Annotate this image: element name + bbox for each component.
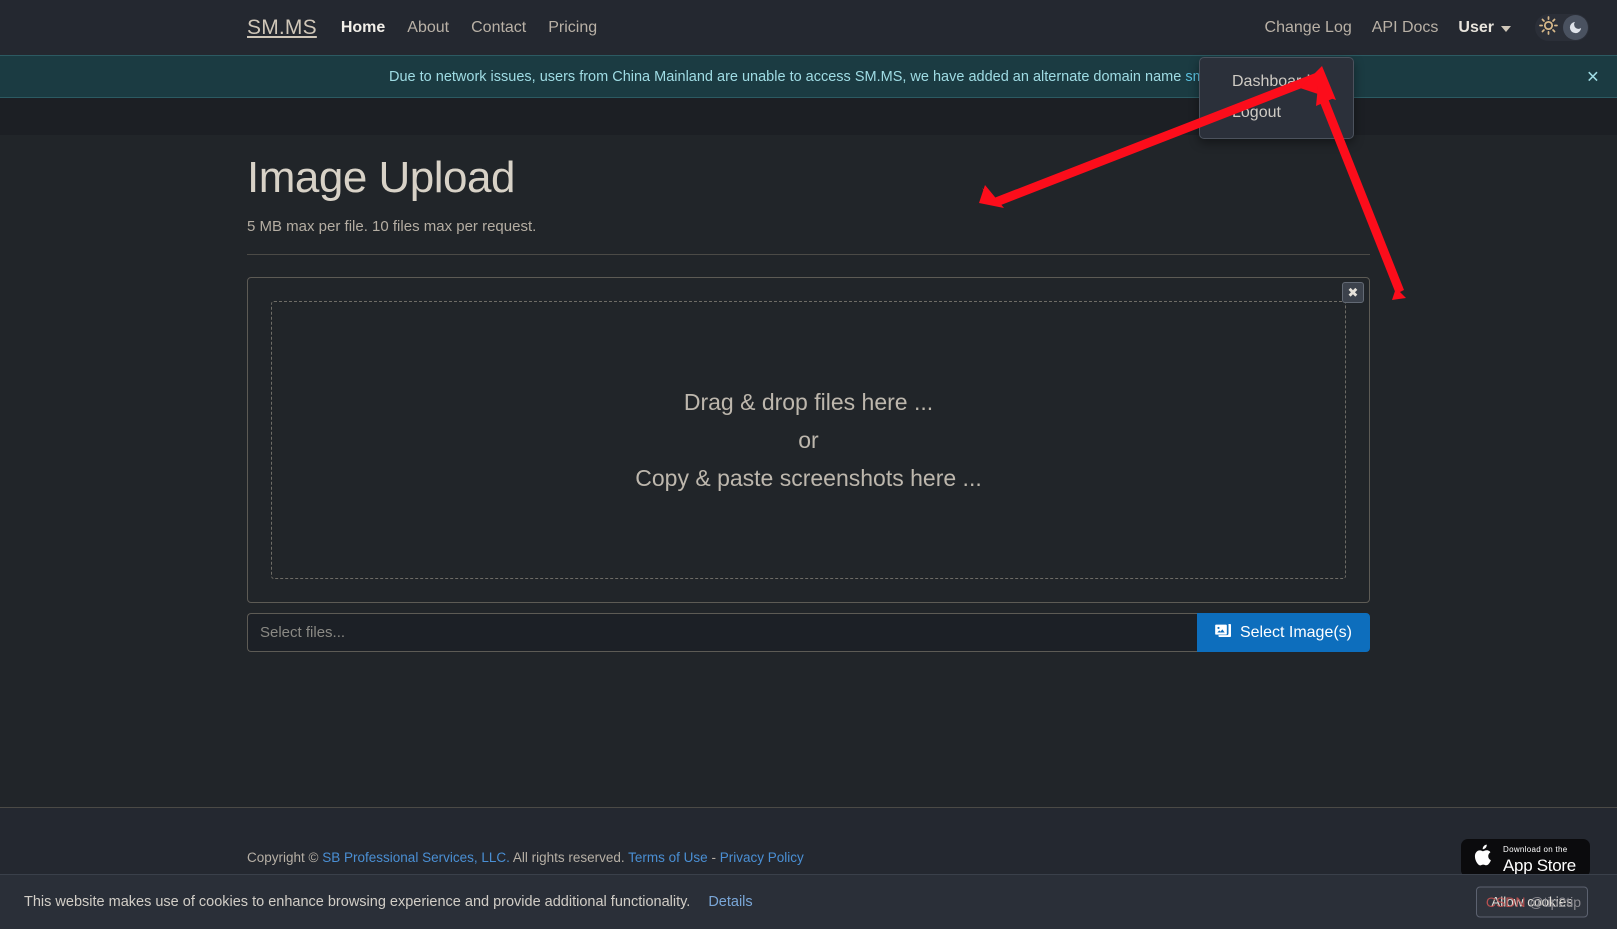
alert-message: Due to network issues, users from China … [389, 69, 1228, 85]
dropzone-line-3: Copy & paste screenshots here ... [635, 464, 982, 491]
cookie-consent-bar: This website makes use of cookies to enh… [0, 874, 1617, 929]
content-spacer [0, 652, 1617, 807]
copyright-prefix: Copyright [247, 850, 305, 865]
nav-item-change-log[interactable]: Change Log [1265, 19, 1352, 37]
privacy-link[interactable]: Privacy Policy [720, 850, 804, 865]
rights-text: All rights reserved. [509, 850, 629, 865]
network-alert: Due to network issues, users from China … [0, 55, 1617, 98]
sun-icon [1538, 15, 1559, 41]
select-images-button[interactable]: Select Image(s) [1196, 613, 1370, 652]
moon-icon [1563, 15, 1588, 40]
dropzone-line-2: or [798, 426, 819, 453]
file-dropzone[interactable]: Drag & drop files here ... or Copy & pas… [271, 301, 1346, 579]
secondary-nav: Change Log API Docs User [1265, 14, 1599, 41]
dropdown-item-dashboard[interactable]: Dashboard [1200, 67, 1353, 98]
primary-nav: Home About Contact Pricing [341, 19, 597, 37]
app-store-text: Download on the App Store [1503, 840, 1576, 876]
navbar: SM.MS Home About Contact Pricing Change … [0, 0, 1617, 55]
image-icon [1215, 623, 1232, 643]
cookie-message: This website makes use of cookies to enh… [24, 894, 691, 910]
app-store-big-label: App Store [1503, 855, 1576, 875]
user-dropdown-menu: Dashboard Logout [1199, 57, 1354, 139]
file-select-row: Select Image(s) [247, 613, 1370, 652]
company-link[interactable]: SB Professional Services, LLC. [322, 850, 510, 865]
nav-item-contact[interactable]: Contact [471, 19, 526, 37]
nav-item-api-docs[interactable]: API Docs [1372, 19, 1439, 37]
nav-item-pricing[interactable]: Pricing [548, 19, 597, 37]
file-path-input[interactable] [247, 613, 1197, 652]
link-separator: - [707, 850, 720, 865]
brand-logo[interactable]: SM.MS [247, 16, 317, 40]
alert-close-icon[interactable]: × [1587, 66, 1599, 87]
panel-close-icon[interactable]: ✖ [1342, 282, 1364, 303]
chevron-down-icon [1501, 26, 1511, 32]
app-store-badge[interactable]: Download on the App Store [1461, 838, 1590, 877]
apple-icon [1474, 843, 1495, 873]
dropdown-item-logout[interactable]: Logout [1200, 98, 1353, 129]
app-store-small-label: Download on the [1503, 844, 1568, 854]
terms-link[interactable]: Terms of Use [628, 850, 708, 865]
allow-cookies-button[interactable]: Allow cookies [1476, 886, 1588, 918]
copyright-line: Copyright © SB Professional Services, LL… [247, 850, 804, 865]
main-content: Image Upload 5 MB max per file. 10 files… [0, 135, 1617, 652]
alert-message-text: Due to network issues, users from China … [389, 68, 1186, 85]
user-menu-toggle[interactable]: User [1458, 19, 1511, 37]
nav-item-home[interactable]: Home [341, 19, 385, 37]
cookie-details-link[interactable]: Details [708, 894, 752, 910]
page-title: Image Upload [247, 153, 515, 202]
upload-panel: ✖ Drag & drop files here ... or Copy & p… [247, 277, 1370, 603]
page-subtitle: 5 MB max per file. 10 files max per requ… [247, 218, 537, 235]
page-top-strip [0, 98, 1617, 135]
select-images-label: Select Image(s) [1239, 623, 1352, 641]
nav-item-about[interactable]: About [407, 19, 449, 37]
copyright-symbol: © [308, 850, 319, 865]
theme-toggle[interactable] [1535, 14, 1589, 41]
divider [247, 254, 1370, 255]
dropzone-line-1: Drag & drop files here ... [683, 388, 934, 415]
user-menu-label: User [1458, 18, 1494, 36]
